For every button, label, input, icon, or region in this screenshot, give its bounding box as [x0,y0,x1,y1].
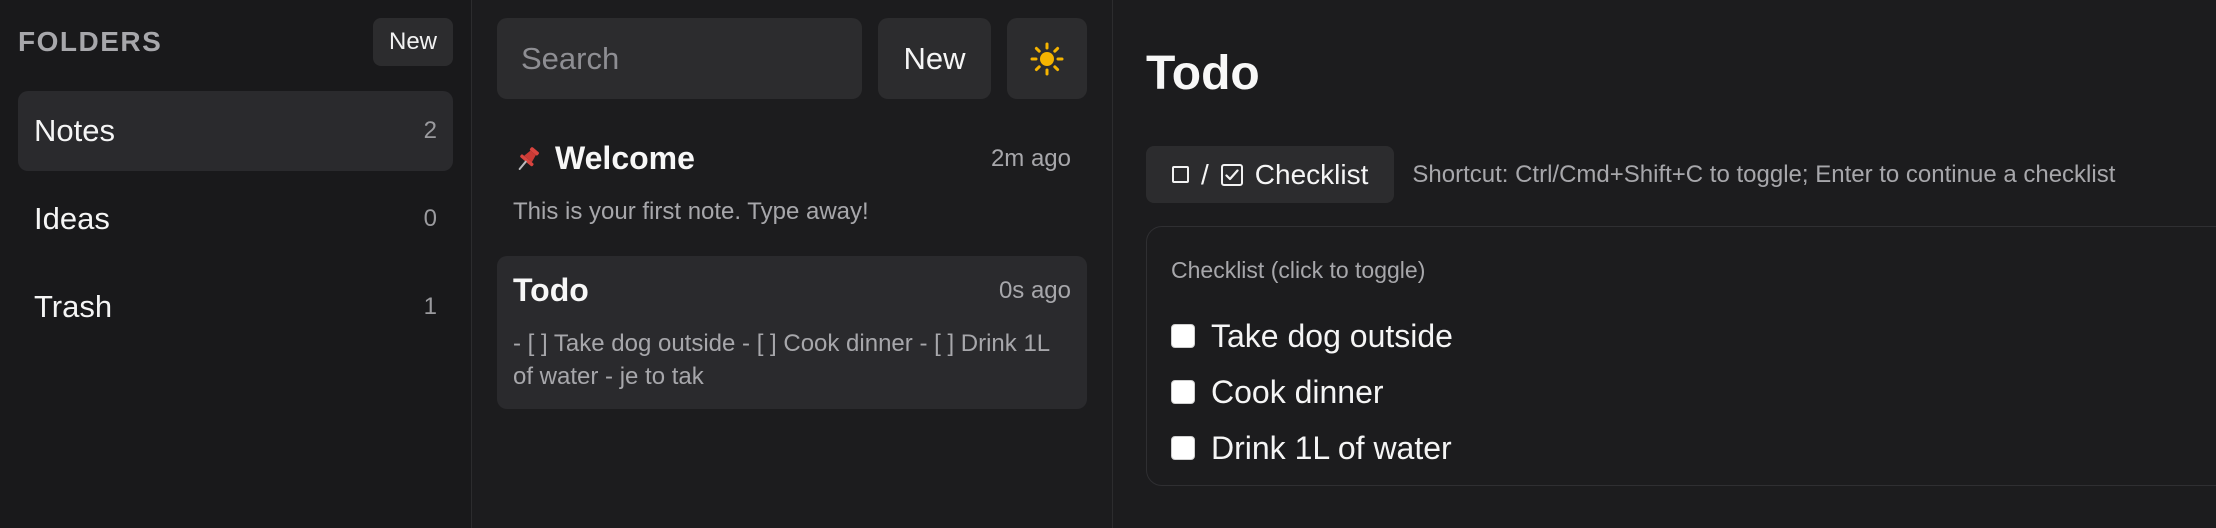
note-preview: This is your first note. Type away! [513,198,869,225]
theme-toggle-button[interactable] [1007,18,1087,99]
checklist-item-text: Cook dinner [1211,373,1384,410]
checklist-panel-label: Checklist (click to toggle) [1171,257,1426,283]
new-note-button[interactable]: New [878,18,991,99]
note-title: Todo [513,272,589,308]
folder-label: Notes [34,113,115,148]
note-timestamp: 0s ago [998,276,1071,304]
pin-icon [513,144,543,174]
note-title: Welcome [555,140,695,176]
checklist-checkbox[interactable] [1171,436,1195,460]
folder-item-ideas[interactable]: Ideas 0 [18,179,453,259]
note-title-heading[interactable]: Todo [1146,46,2216,102]
notes-app: FOLDERS New Notes 2 Ideas 0 Trash 1 New [0,0,2216,528]
note-item-todo[interactable]: Todo 0s ago - [ ] Take dog outside - [ ]… [497,256,1087,409]
editor-toolbar: / Checklist Shortcut: Ctrl/Cmd+Shift+C t… [1146,146,2216,203]
note-preview: - [ ] Take dog outside - [ ] Cook dinner… [513,330,1050,390]
note-list-pane: New [472,0,1113,528]
note-timestamp: 2m ago [990,144,1071,172]
note-title-wrap: Welcome [513,140,695,177]
checklist-checkbox[interactable] [1171,380,1195,404]
checklist-toggle-button[interactable]: / Checklist [1146,146,1395,203]
folder-label: Ideas [34,201,110,236]
note-editor: Todo / Checklist Shortcut: Ctrl/Cmd+Shif… [1113,0,2216,528]
slash-separator: / [1201,158,1209,190]
new-folder-button[interactable]: New [372,18,453,66]
checklist-checkbox[interactable] [1171,324,1195,348]
checked-box-icon [1220,163,1243,186]
shortcut-hint: Shortcut: Ctrl/Cmd+Shift+C to toggle; En… [1412,160,2116,188]
folder-count: 2 [423,117,437,144]
checklist-item[interactable]: Drink 1L of water [1171,420,2216,476]
empty-box-icon [1172,166,1189,183]
checklist-panel: Checklist (click to toggle) Take dog out… [1146,226,2216,486]
sun-icon [1030,42,1064,76]
note-item-welcome[interactable]: Welcome 2m ago This is your first note. … [497,124,1087,244]
folder-label: Trash [34,289,113,324]
folders-heading: FOLDERS [18,26,163,57]
folders-sidebar: FOLDERS New Notes 2 Ideas 0 Trash 1 [0,0,472,528]
folder-count: 1 [423,293,437,320]
folder-item-notes[interactable]: Notes 2 [18,91,453,171]
checklist-item[interactable]: Take dog outside [1171,308,2216,364]
checklist-button-label: Checklist [1254,158,1369,190]
checklist-item-text: Drink 1L of water [1211,429,1452,466]
note-header: Todo 0s ago [513,272,1071,309]
checklist-item[interactable]: Cook dinner [1171,364,2216,420]
note-header: Welcome 2m ago [513,140,1071,177]
folder-count: 0 [423,205,437,232]
folder-item-trash[interactable]: Trash 1 [18,267,453,347]
checklist-item-text: Take dog outside [1211,317,1453,354]
search-input[interactable] [497,18,862,99]
sidebar-header: FOLDERS New [18,18,453,66]
note-list-toolbar: New [497,18,1087,99]
